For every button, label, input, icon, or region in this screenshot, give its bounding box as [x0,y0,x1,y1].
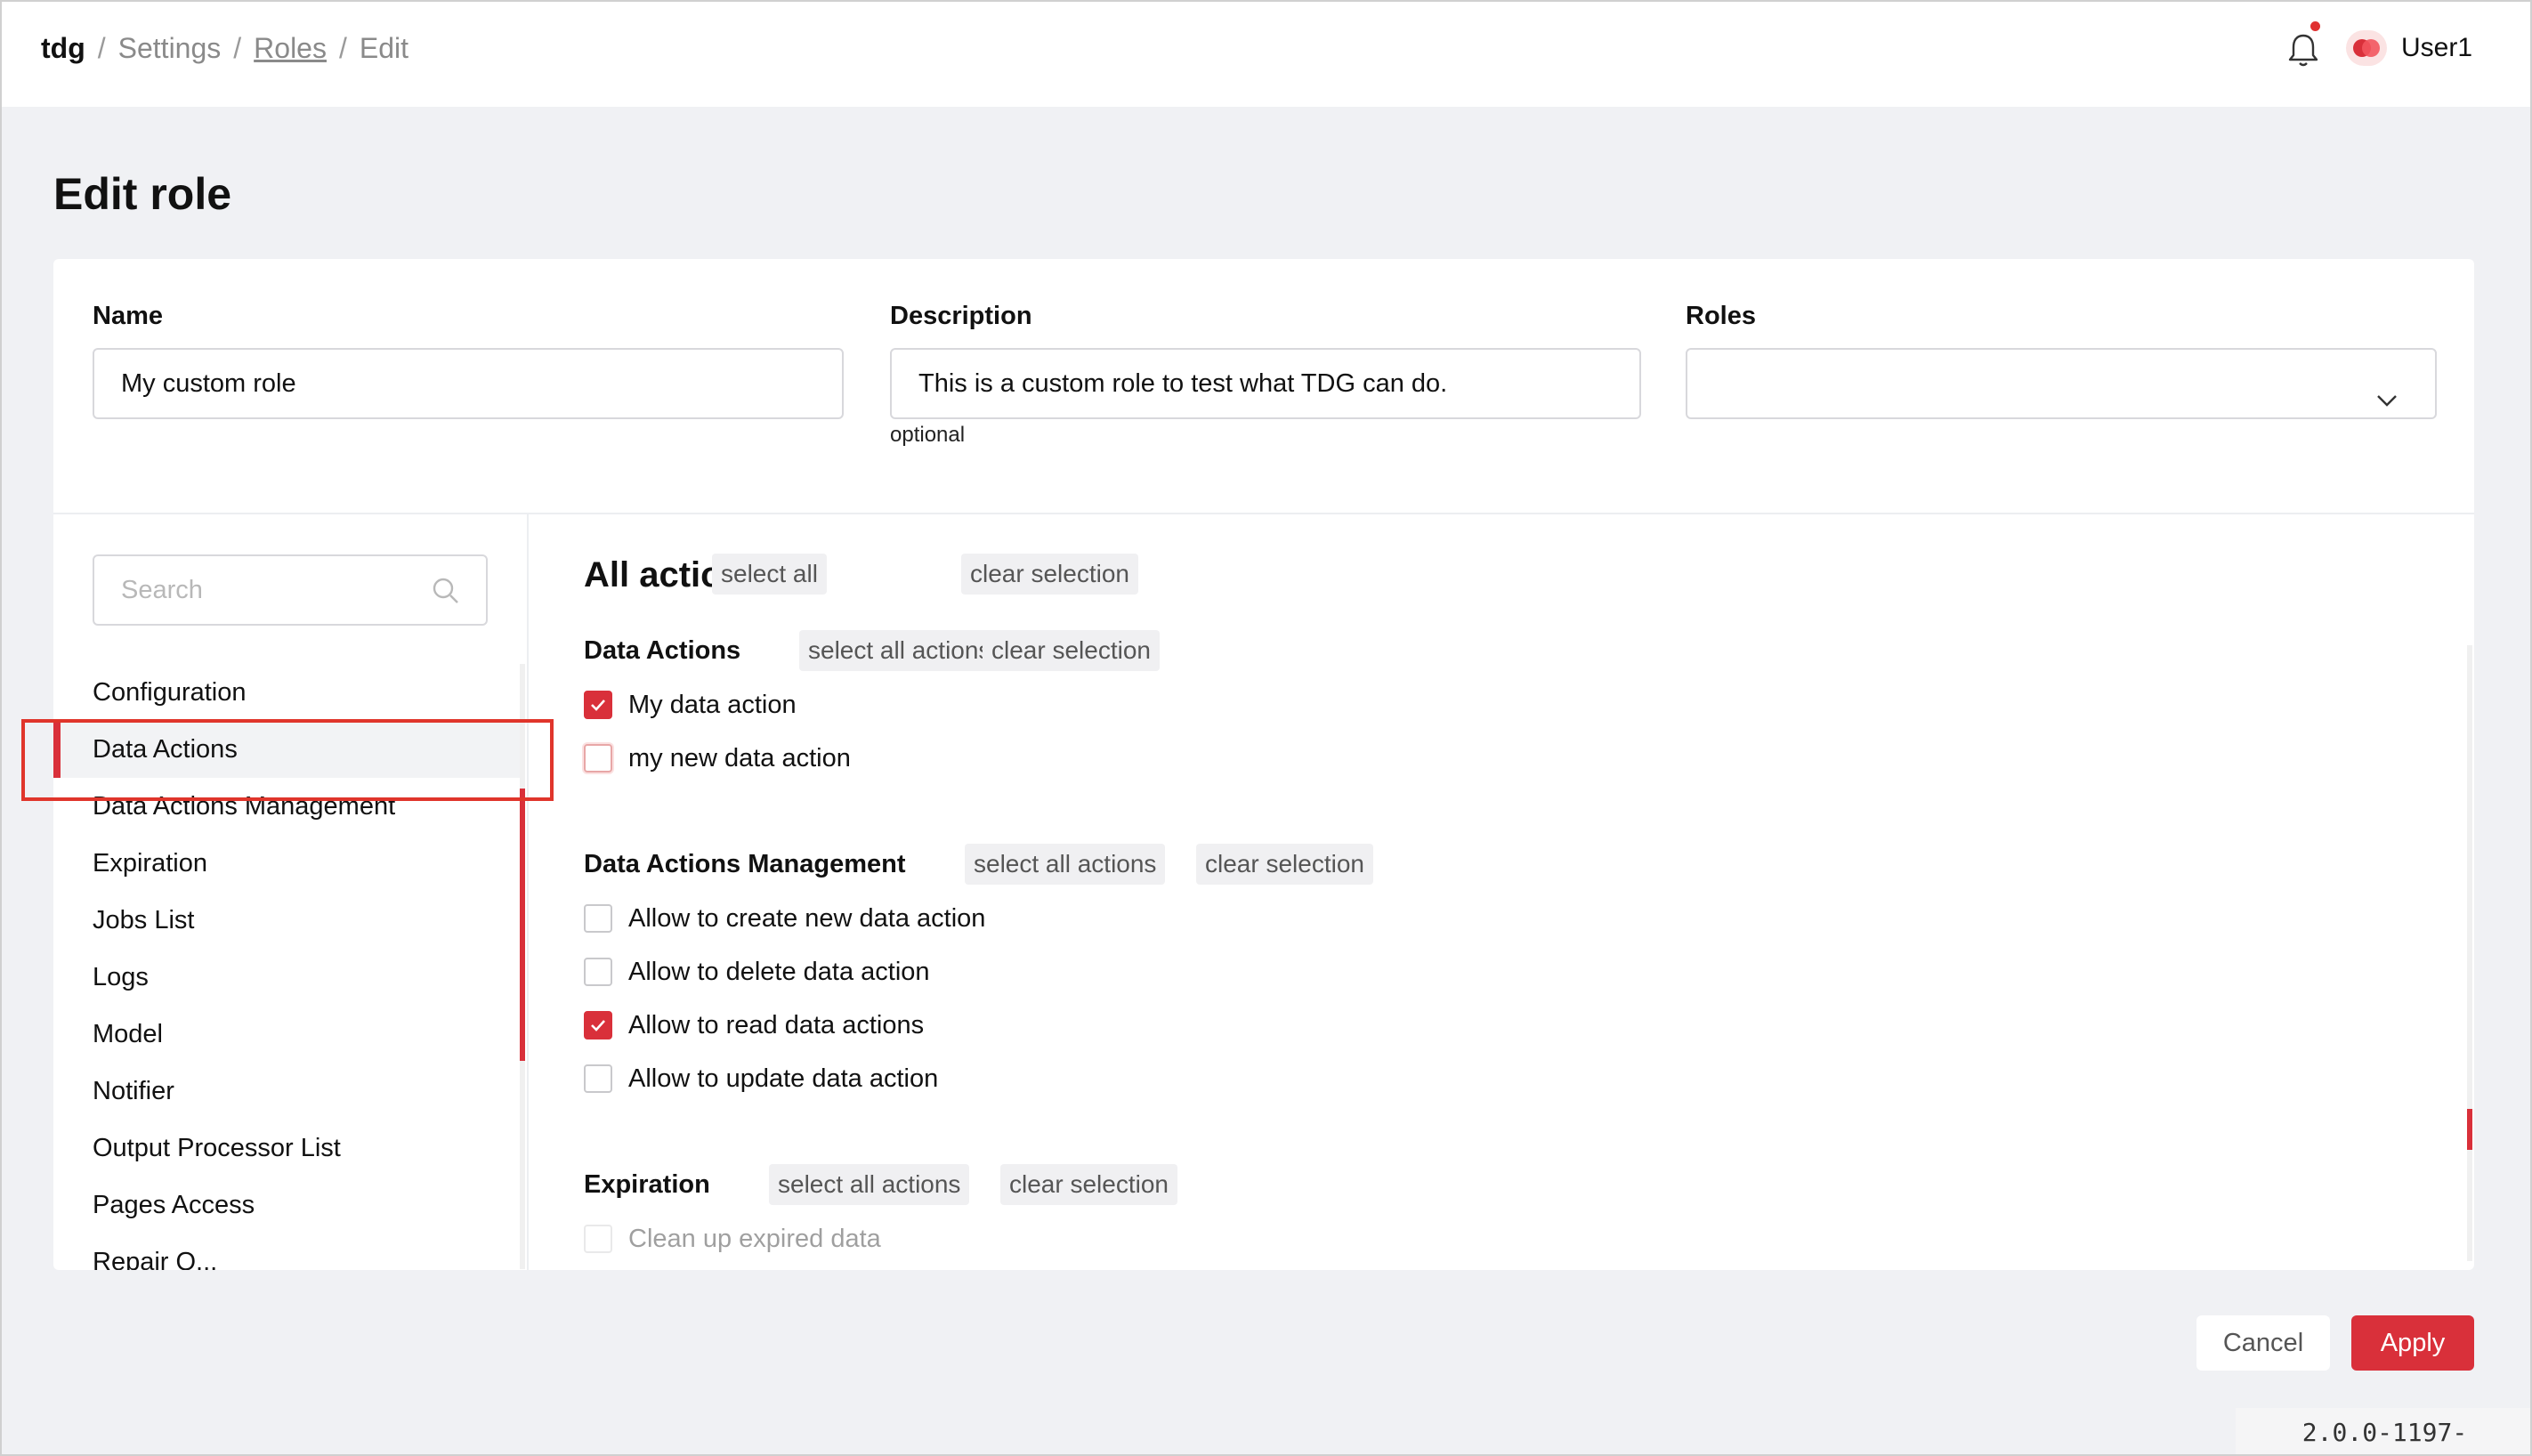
top-bar: tdg / Settings / Roles / Edit User1 [2,2,2530,107]
checkbox-checked[interactable] [584,1011,612,1039]
checkbox-row[interactable]: Allow to delete data action [584,952,930,991]
breadcrumb-separator: / [97,32,106,64]
breadcrumb-current: Edit [359,32,409,64]
data-actions-select-all-button[interactable]: select all actions [799,630,1000,671]
name-input[interactable]: My custom role [93,348,844,419]
search-icon [433,578,458,603]
section-title-data-actions: Data Actions [584,636,741,665]
actions-scrollbar[interactable] [2467,645,2472,1261]
sidebar-item-expiration[interactable]: Expiration [53,835,525,892]
checkbox-unchecked[interactable] [584,904,612,933]
sidebar-item-configuration[interactable]: Configuration [53,664,525,721]
dam-clear-selection-button[interactable]: clear selection [1196,844,1373,885]
expiration-clear-selection-button[interactable]: clear selection [1000,1164,1177,1205]
description-hint: optional [890,423,966,447]
description-label: Description [890,302,1032,330]
highlight-box [21,719,554,801]
checkbox-label: Allow to read data actions [628,1010,925,1039]
checkbox-row[interactable]: Allow to update data action [584,1059,938,1098]
actions-scrollbar-thumb[interactable] [2467,1109,2472,1150]
apply-button[interactable]: Apply [2351,1315,2474,1371]
version-label: 2.0.0-1197-g1144f0c9 [2236,1408,2530,1454]
checkbox-row[interactable]: Allow to read data actions [584,1006,924,1045]
sidebar-item-logs[interactable]: Logs [53,949,525,1006]
data-actions-clear-selection-button[interactable]: clear selection [983,630,1160,671]
sidebar-item-output-processor-list[interactable]: Output Processor List [53,1120,525,1177]
notification-dot [2310,21,2320,31]
checkbox-row[interactable]: My data action [584,685,797,724]
checkbox-label: Allow to update data action [628,1064,939,1093]
breadcrumb-settings[interactable]: Settings [118,28,222,68]
sidebar-item-jobs-list[interactable]: Jobs List [53,892,525,949]
section-title-data-actions-management: Data Actions Management [584,850,906,878]
search-input[interactable]: Search [93,554,488,626]
cancel-button[interactable]: Cancel [2196,1315,2330,1371]
permission-groups-sidebar: Search Configuration Data Actions Data A… [53,514,529,1270]
dam-select-all-button[interactable]: select all actions [965,844,1166,885]
app-window: tdg / Settings / Roles / Edit User1 Edit… [0,0,2532,1456]
description-input[interactable]: This is a custom role to test what TDG c… [890,348,1641,419]
roles-select[interactable] [1686,348,2437,419]
checkbox-label: Allow to create new data action [628,903,986,933]
search-placeholder: Search [121,576,203,604]
expiration-select-all-button[interactable]: select all actions [769,1164,970,1205]
checkbox-unchecked[interactable] [584,744,612,772]
checkbox-row[interactable]: Clean up expired data [584,1219,881,1258]
sidebar-scrollbar-thumb[interactable] [520,789,525,1061]
sidebar-item-repair-queue[interactable]: Repair Q... [53,1234,525,1270]
sidebar-item-pages-access[interactable]: Pages Access [53,1177,525,1234]
sidebar-item-notifier[interactable]: Notifier [53,1063,525,1120]
avatar[interactable] [2346,30,2387,66]
sidebar-item-model[interactable]: Model [53,1006,525,1063]
checkbox-label: Allow to delete data action [628,957,930,986]
checkbox-row[interactable]: Allow to create new data action [584,899,985,938]
roles-label: Roles [1686,302,1756,330]
breadcrumb-separator: / [233,32,242,64]
select-all-button[interactable]: select all [712,554,827,595]
page-title: Edit role [53,169,232,219]
section-title-expiration: Expiration [584,1170,710,1199]
username[interactable]: User1 [2401,28,2472,68]
checkbox-unchecked[interactable] [584,958,612,986]
checkbox-row[interactable]: my new data action [584,739,851,778]
clear-all-selection-button[interactable]: clear selection [961,554,1138,595]
checkbox-unchecked[interactable] [584,1064,612,1093]
bell-icon[interactable] [2285,30,2321,69]
breadcrumb-home[interactable]: tdg [41,28,85,68]
breadcrumb-separator: / [338,32,347,64]
actions-panel: All actions select all clear selection D… [530,514,2474,1270]
chevron-down-icon [2374,371,2399,407]
checkbox-label: Clean up expired data [628,1224,881,1253]
breadcrumb: tdg / Settings / Roles / Edit [41,28,409,68]
checkbox-label: my new data action [628,743,851,772]
breadcrumb-roles[interactable]: Roles [254,28,327,68]
name-label: Name [93,302,163,330]
checkbox-unchecked[interactable] [584,1225,612,1253]
checkbox-label: My data action [628,690,797,719]
checkbox-checked[interactable] [584,691,612,719]
